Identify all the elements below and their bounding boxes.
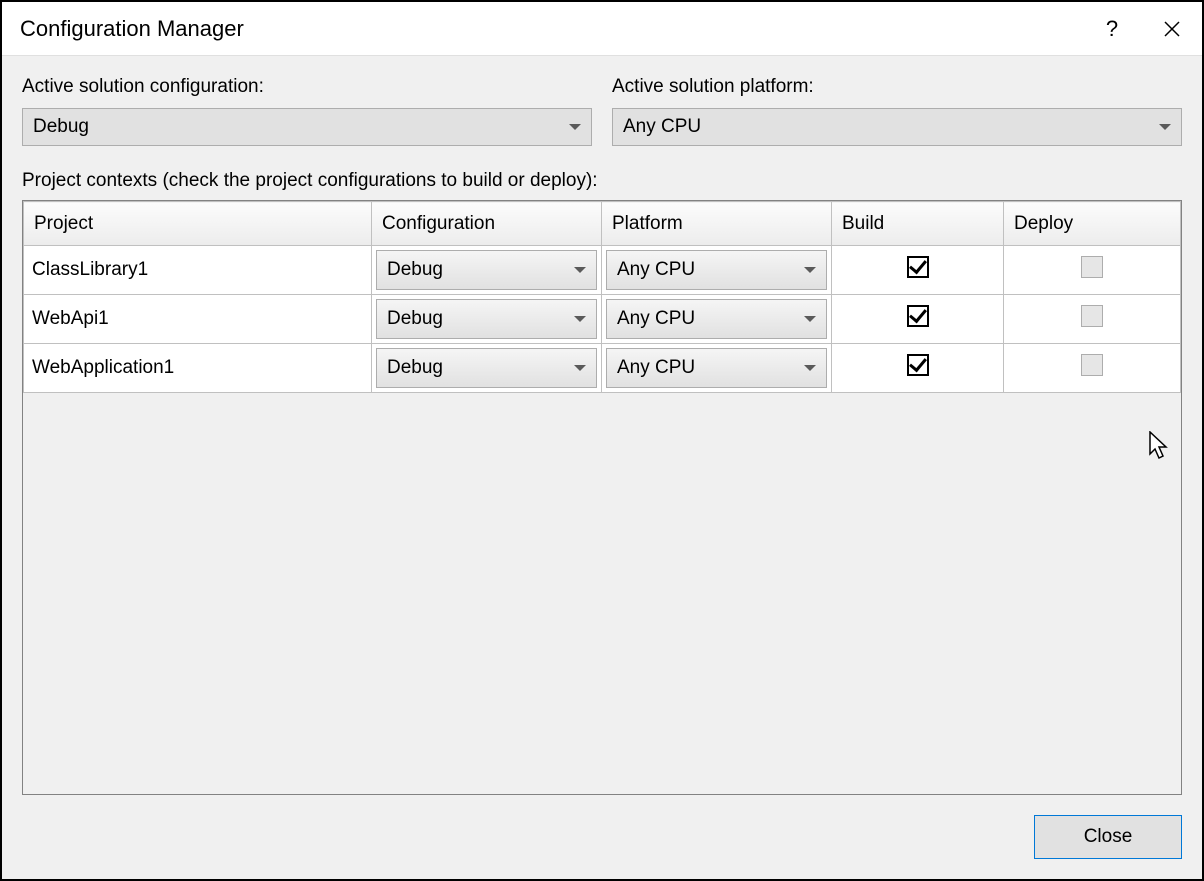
close-icon [1163, 20, 1181, 38]
build-checkbox[interactable] [907, 256, 929, 278]
chevron-down-icon [569, 124, 581, 130]
build-checkbox[interactable] [907, 354, 929, 376]
project-grid: Project Configuration Platform Build Dep… [23, 201, 1181, 393]
configuration-value: Debug [387, 308, 443, 330]
platform-value: Any CPU [617, 308, 695, 330]
col-build[interactable]: Build [832, 202, 1004, 246]
col-configuration[interactable]: Configuration [372, 202, 602, 246]
platform-value: Any CPU [617, 259, 695, 281]
active-platform-combo[interactable]: Any CPU [612, 108, 1182, 146]
table-row: ClassLibrary1 Debug Any CPU [24, 246, 1181, 295]
active-platform-value: Any CPU [623, 116, 701, 138]
platform-value: Any CPU [617, 357, 695, 379]
deploy-checkbox [1081, 305, 1103, 327]
col-deploy[interactable]: Deploy [1004, 202, 1181, 246]
project-contexts-label: Project contexts (check the project conf… [22, 170, 1182, 192]
platform-combo[interactable]: Any CPU [606, 299, 827, 339]
table-row: WebApplication1 Debug Any CPU [24, 344, 1181, 393]
active-config-label: Active solution configuration: [22, 76, 592, 98]
window-title: Configuration Manager [20, 16, 1082, 42]
configuration-value: Debug [387, 357, 443, 379]
help-icon: ? [1106, 16, 1118, 42]
active-platform-label: Active solution platform: [612, 76, 1182, 98]
col-platform[interactable]: Platform [602, 202, 832, 246]
configuration-value: Debug [387, 259, 443, 281]
configuration-combo[interactable]: Debug [376, 299, 597, 339]
platform-combo[interactable]: Any CPU [606, 348, 827, 388]
chevron-down-icon [574, 365, 586, 371]
project-cell: WebApi1 [24, 295, 372, 344]
configuration-combo[interactable]: Debug [376, 348, 597, 388]
dialog-content: Active solution configuration: Debug Act… [2, 56, 1202, 815]
deploy-checkbox [1081, 354, 1103, 376]
dialog-footer: Close [2, 815, 1202, 879]
chevron-down-icon [804, 365, 816, 371]
platform-combo[interactable]: Any CPU [606, 250, 827, 290]
active-config-combo[interactable]: Debug [22, 108, 592, 146]
help-button[interactable]: ? [1082, 2, 1142, 56]
close-button[interactable]: Close [1034, 815, 1182, 859]
col-project[interactable]: Project [24, 202, 372, 246]
active-config-value: Debug [33, 116, 89, 138]
chevron-down-icon [804, 267, 816, 273]
chevron-down-icon [574, 316, 586, 322]
chevron-down-icon [574, 267, 586, 273]
project-cell: WebApplication1 [24, 344, 372, 393]
configuration-manager-dialog: Configuration Manager ? Active solution … [0, 0, 1204, 881]
configuration-combo[interactable]: Debug [376, 250, 597, 290]
project-cell: ClassLibrary1 [24, 246, 372, 295]
chevron-down-icon [804, 316, 816, 322]
titlebar: Configuration Manager ? [2, 2, 1202, 56]
close-window-button[interactable] [1142, 2, 1202, 56]
project-grid-container: Project Configuration Platform Build Dep… [22, 200, 1182, 795]
build-checkbox[interactable] [907, 305, 929, 327]
table-row: WebApi1 Debug Any CPU [24, 295, 1181, 344]
deploy-checkbox [1081, 256, 1103, 278]
chevron-down-icon [1159, 124, 1171, 130]
